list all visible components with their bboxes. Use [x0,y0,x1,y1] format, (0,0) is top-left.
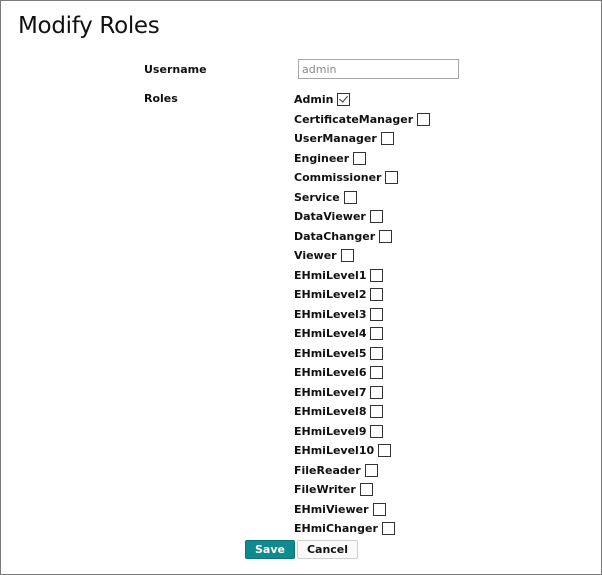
role-checkbox-ehmichanger[interactable] [381,522,395,536]
modify-roles-dialog: Modify Roles Username Roles Admin Certifi… [0,0,602,575]
role-checkbox-service[interactable] [343,190,357,204]
role-label: EHmiLevel1 [294,268,367,282]
role-item-ehmilevel9: EHmiLevel9 [294,422,430,442]
role-checkbox-commissioner[interactable] [385,171,399,185]
role-label: EHmiLevel5 [294,346,367,360]
role-item-ehmichanger: EHmiChanger [294,519,430,539]
role-item-ehmilevel7: EHmiLevel7 [294,383,430,403]
role-item-admin: Admin [294,90,430,110]
role-item-filereader: FileReader [294,461,430,481]
role-label: Commissioner [294,171,382,185]
role-item-dataviewer: DataViewer [294,207,430,227]
role-checkbox-ehmilevel8[interactable] [370,405,384,419]
role-label: EHmiLevel2 [294,288,367,302]
page-title: Modify Roles [18,13,160,39]
role-label: EHmiLevel6 [294,366,367,380]
role-label: Admin [294,93,334,107]
role-label: FileWriter [294,483,356,497]
role-label: EHmiLevel3 [294,307,367,321]
role-checkbox-certificatemanager[interactable] [417,112,431,126]
cancel-button[interactable]: Cancel [297,540,358,559]
role-label: FileReader [294,463,361,477]
role-item-ehmiviewer: EHmiViewer [294,500,430,520]
role-checkbox-ehmilevel5[interactable] [370,346,384,360]
role-checkbox-viewer[interactable] [340,249,354,263]
role-checkbox-datachanger[interactable] [379,229,393,243]
role-item-ehmilevel8: EHmiLevel8 [294,402,430,422]
role-checkbox-dataviewer[interactable] [369,210,383,224]
role-item-certificatemanager: CertificateManager [294,110,431,130]
role-label: EHmiLevel8 [294,405,367,419]
role-label: EHmiLevel10 [294,444,375,458]
role-item-datachanger: DataChanger [294,227,430,247]
role-label: EHmiChanger [294,522,378,536]
save-button[interactable]: Save [245,540,295,559]
role-item-engineer: Engineer [294,149,430,169]
role-item-ehmilevel3: EHmiLevel3 [294,305,430,325]
role-item-ehmilevel2: EHmiLevel2 [294,285,430,305]
role-label: Service [294,190,340,204]
role-label: DataViewer [294,210,366,224]
role-label: DataChanger [294,229,376,243]
username-label: Username [144,63,207,76]
role-label: EHmiViewer [294,502,369,516]
role-label: CertificateManager [294,112,414,126]
role-checkbox-ehmilevel10[interactable] [378,444,392,458]
role-item-viewer: Viewer [294,246,430,266]
role-checkbox-ehmilevel6[interactable] [370,366,384,380]
role-checkbox-ehmilevel3[interactable] [370,307,384,321]
role-label: EHmiLevel9 [294,424,367,438]
role-label: Engineer [294,151,350,165]
roles-list: Admin CertificateManager UserManager Engine… [294,90,431,539]
role-item-service: Service [294,188,430,208]
role-checkbox-ehmilevel4[interactable] [370,327,384,341]
role-item-commissioner: Commissioner [294,168,430,188]
role-checkbox-ehmilevel7[interactable] [370,385,384,399]
role-checkbox-ehmilevel1[interactable] [370,268,384,282]
role-checkbox-filereader[interactable] [364,463,378,477]
role-label: EHmiLevel7 [294,385,367,399]
role-label: UserManager [294,132,377,146]
role-item-ehmilevel6: EHmiLevel6 [294,363,430,383]
role-item-ehmilevel1: EHmiLevel1 [294,266,430,286]
role-label: EHmiLevel4 [294,327,367,341]
role-item-filewriter: FileWriter [294,480,430,500]
role-item-ehmilevel10: EHmiLevel10 [294,441,430,461]
role-item-ehmilevel4: EHmiLevel4 [294,324,430,344]
role-item-ehmilevel5: EHmiLevel5 [294,344,430,364]
role-checkbox-ehmiviewer[interactable] [372,502,386,516]
role-checkbox-filewriter[interactable] [359,483,373,497]
role-checkbox-ehmilevel9[interactable] [370,424,384,438]
role-checkbox-engineer[interactable] [353,151,367,165]
role-checkbox-ehmilevel2[interactable] [370,288,384,302]
role-checkbox-usermanager[interactable] [380,132,394,146]
role-label: Viewer [294,249,337,263]
username-input[interactable] [298,59,459,79]
roles-label: Roles [144,92,178,105]
role-item-usermanager: UserManager [294,129,430,149]
role-checkbox-admin[interactable] [337,93,351,107]
